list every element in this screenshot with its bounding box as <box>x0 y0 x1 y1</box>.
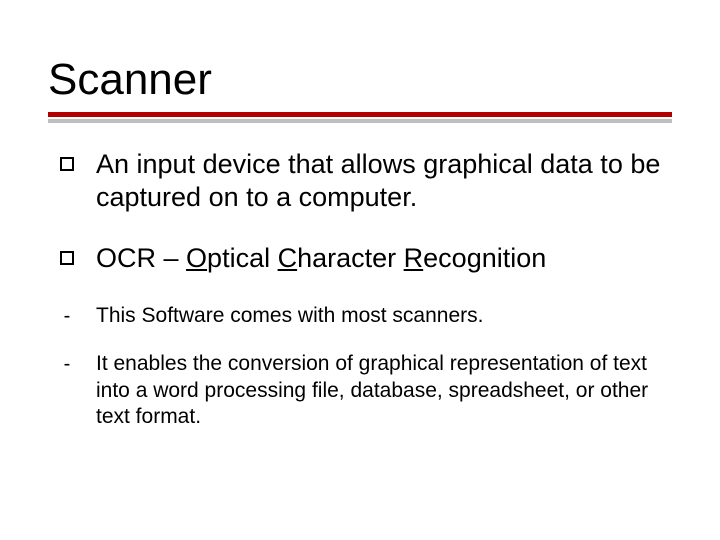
sub-bullet-item: - This Software comes with most scanners… <box>60 303 672 329</box>
bullet-text: OCR – Optical Character Recognition <box>96 242 546 275</box>
square-bullet-icon <box>60 251 74 265</box>
text: OCR – <box>96 243 186 273</box>
title-underline <box>48 112 672 124</box>
text: haracter <box>297 243 404 273</box>
slide: Scanner An input device that allows grap… <box>0 0 720 540</box>
slide-title: Scanner <box>48 56 672 104</box>
sub-bullet-item: - It enables the conversion of graphical… <box>60 351 672 430</box>
dash-bullet-icon: - <box>60 306 74 326</box>
bullet-item: An input device that allows graphical da… <box>60 148 672 214</box>
text: O <box>186 243 207 273</box>
bullet-text: An input device that allows graphical da… <box>96 148 672 214</box>
text: R <box>404 243 424 273</box>
text: ecognition <box>423 243 546 273</box>
sub-bullet-text: It enables the conversion of graphical r… <box>96 351 672 430</box>
square-bullet-icon <box>60 157 74 171</box>
slide-body: An input device that allows graphical da… <box>60 148 672 430</box>
text: ptical <box>207 243 278 273</box>
text: C <box>278 243 298 273</box>
bullet-item: OCR – Optical Character Recognition <box>60 242 672 275</box>
sub-bullet-text: This Software comes with most scanners. <box>96 303 483 329</box>
dash-bullet-icon: - <box>60 354 74 374</box>
